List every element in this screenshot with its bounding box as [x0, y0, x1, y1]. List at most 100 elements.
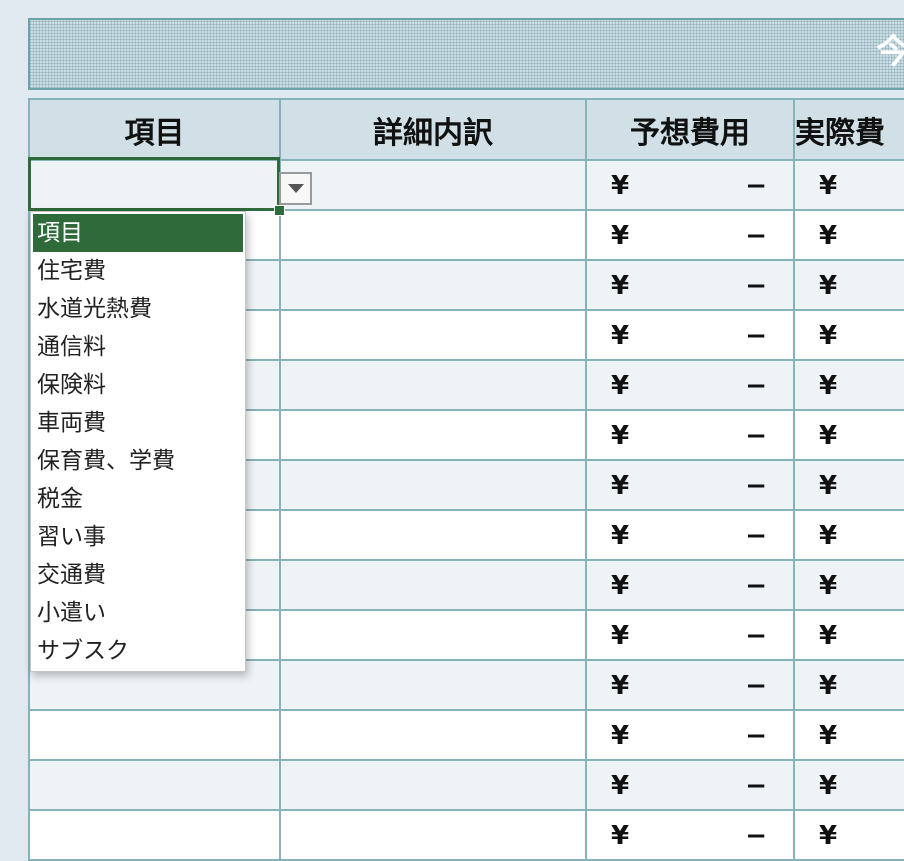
amount-value: − — [745, 771, 767, 801]
column-header-details[interactable]: 詳細内訳 — [279, 98, 587, 161]
actual-cost-cell[interactable]: ¥ — [793, 509, 904, 561]
currency-symbol: ¥ — [611, 621, 630, 651]
dropdown-option[interactable]: 交通費 — [31, 556, 245, 594]
amount-value: − — [745, 171, 767, 201]
table-row: ¥ − ¥ — [28, 709, 904, 761]
estimated-cost-cell[interactable]: ¥ − — [585, 459, 795, 511]
currency-symbol: ¥ — [819, 821, 838, 851]
amount-value: − — [745, 521, 767, 551]
details-cell[interactable] — [279, 159, 587, 211]
estimated-cost-cell[interactable]: ¥ − — [585, 559, 795, 611]
dropdown-option[interactable]: 車両費 — [31, 404, 245, 442]
currency-symbol: ¥ — [819, 171, 838, 201]
estimated-cost-cell[interactable]: ¥ − — [585, 259, 795, 311]
actual-cost-cell[interactable]: ¥ — [793, 209, 904, 261]
details-cell[interactable] — [279, 209, 587, 261]
estimated-cost-cell[interactable]: ¥ − — [585, 309, 795, 361]
dropdown-option[interactable]: 項目 — [33, 214, 243, 252]
column-header-actual-cost[interactable]: 実際費 — [793, 98, 904, 161]
estimated-cost-cell[interactable]: ¥ − — [585, 159, 795, 211]
dropdown-option[interactable]: 小遣い — [31, 594, 245, 632]
actual-cost-cell[interactable]: ¥ — [793, 609, 904, 661]
currency-symbol: ¥ — [819, 621, 838, 651]
dropdown-option[interactable]: サブスク — [31, 632, 245, 670]
details-cell[interactable] — [279, 759, 587, 811]
currency-symbol: ¥ — [819, 721, 838, 751]
details-cell[interactable] — [279, 409, 587, 461]
details-cell[interactable] — [279, 509, 587, 561]
dropdown-option[interactable]: 水道光熱費 — [31, 290, 245, 328]
estimated-cost-cell[interactable]: ¥ − — [585, 609, 795, 661]
amount-value: − — [745, 421, 767, 451]
dropdown-option[interactable]: 住宅費 — [31, 252, 245, 290]
dropdown-option[interactable]: 税金 — [31, 480, 245, 518]
category-cell[interactable] — [28, 759, 281, 811]
amount-value: − — [745, 221, 767, 251]
currency-symbol: ¥ — [819, 671, 838, 701]
estimated-cost-cell[interactable]: ¥ − — [585, 809, 795, 861]
estimated-cost-cell[interactable]: ¥ − — [585, 709, 795, 761]
details-cell[interactable] — [279, 309, 587, 361]
column-header-estimated-cost[interactable]: 予想費用 — [585, 98, 795, 161]
actual-cost-cell[interactable]: ¥ — [793, 259, 904, 311]
currency-symbol: ¥ — [819, 571, 838, 601]
actual-cost-cell[interactable]: ¥ — [793, 559, 904, 611]
actual-cost-cell[interactable]: ¥ — [793, 759, 904, 811]
currency-symbol: ¥ — [819, 471, 838, 501]
actual-cost-cell[interactable]: ¥ — [793, 809, 904, 861]
currency-symbol: ¥ — [819, 321, 838, 351]
dropdown-option[interactable]: 保育費、学費 — [31, 442, 245, 480]
actual-cost-cell[interactable]: ¥ — [793, 459, 904, 511]
selected-cell[interactable] — [28, 157, 280, 211]
currency-symbol: ¥ — [611, 821, 630, 851]
amount-value: − — [745, 721, 767, 751]
currency-symbol: ¥ — [611, 271, 630, 301]
details-cell[interactable] — [279, 259, 587, 311]
category-cell[interactable] — [28, 709, 281, 761]
details-cell[interactable] — [279, 609, 587, 661]
actual-cost-cell[interactable]: ¥ — [793, 659, 904, 711]
dropdown-option[interactable]: 通信料 — [31, 328, 245, 366]
actual-cost-cell[interactable]: ¥ — [793, 709, 904, 761]
estimated-cost-cell[interactable]: ¥ − — [585, 409, 795, 461]
currency-symbol: ¥ — [611, 221, 630, 251]
currency-symbol: ¥ — [819, 371, 838, 401]
currency-symbol: ¥ — [611, 421, 630, 451]
currency-symbol: ¥ — [611, 371, 630, 401]
details-cell[interactable] — [279, 459, 587, 511]
actual-cost-cell[interactable]: ¥ — [793, 409, 904, 461]
currency-symbol: ¥ — [819, 771, 838, 801]
details-cell[interactable] — [279, 809, 587, 861]
category-cell[interactable] — [28, 809, 281, 861]
details-cell[interactable] — [279, 659, 587, 711]
estimated-cost-cell[interactable]: ¥ − — [585, 509, 795, 561]
actual-cost-cell[interactable]: ¥ — [793, 359, 904, 411]
currency-symbol: ¥ — [611, 671, 630, 701]
amount-value: − — [745, 321, 767, 351]
actual-cost-cell[interactable]: ¥ — [793, 159, 904, 211]
details-cell[interactable] — [279, 709, 587, 761]
details-cell[interactable] — [279, 359, 587, 411]
currency-symbol: ¥ — [819, 521, 838, 551]
currency-symbol: ¥ — [819, 271, 838, 301]
fill-handle[interactable] — [274, 205, 285, 216]
dropdown-option[interactable]: 習い事 — [31, 518, 245, 556]
estimated-cost-cell[interactable]: ¥ − — [585, 359, 795, 411]
sheet-title: 今 — [876, 32, 904, 72]
dropdown-option[interactable]: 保険料 — [31, 366, 245, 404]
details-cell[interactable] — [279, 559, 587, 611]
dropdown-button[interactable] — [279, 172, 312, 205]
estimated-cost-cell[interactable]: ¥ − — [585, 659, 795, 711]
table-row: ¥ − ¥ — [28, 759, 904, 811]
amount-value: − — [745, 671, 767, 701]
currency-symbol: ¥ — [611, 471, 630, 501]
amount-value: − — [745, 271, 767, 301]
amount-value: − — [745, 371, 767, 401]
actual-cost-cell[interactable]: ¥ — [793, 309, 904, 361]
currency-symbol: ¥ — [611, 171, 630, 201]
column-header-category[interactable]: 項目 — [28, 98, 281, 161]
estimated-cost-cell[interactable]: ¥ − — [585, 209, 795, 261]
estimated-cost-cell[interactable]: ¥ − — [585, 759, 795, 811]
currency-symbol: ¥ — [611, 571, 630, 601]
currency-symbol: ¥ — [611, 321, 630, 351]
